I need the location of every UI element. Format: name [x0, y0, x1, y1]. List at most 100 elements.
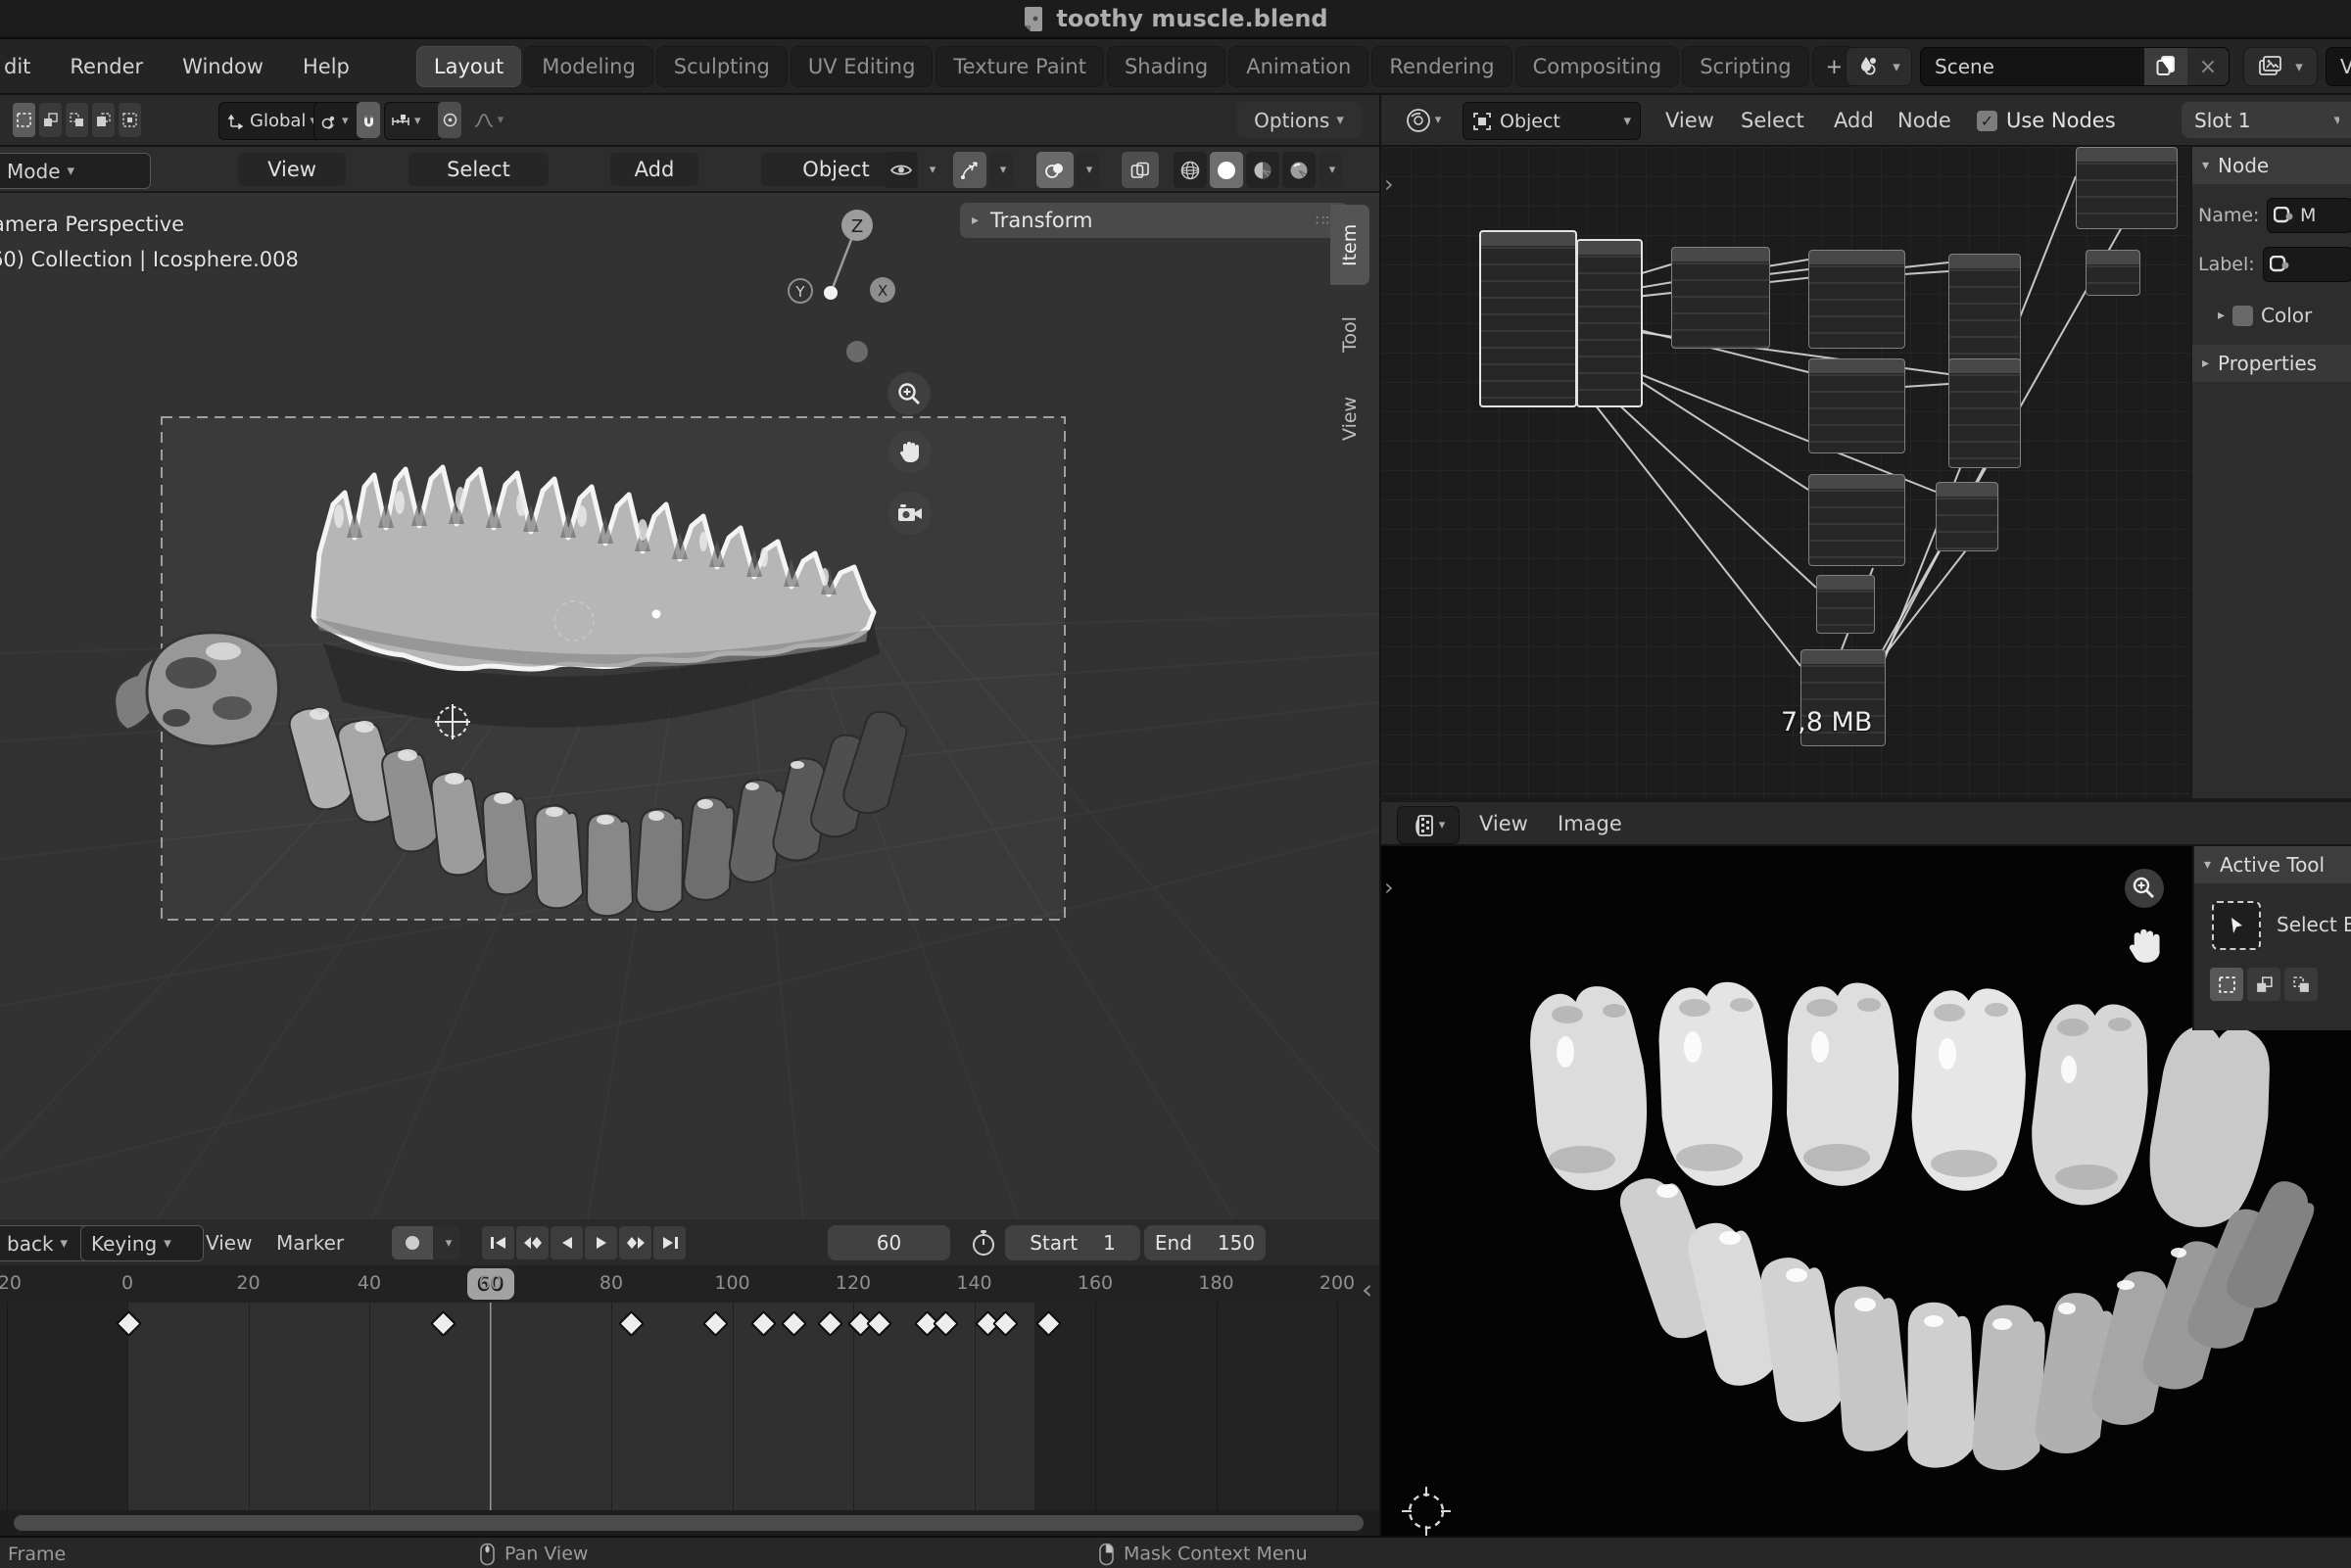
shader-node[interactable]	[1808, 358, 1905, 453]
name-field[interactable]: M	[2267, 198, 2351, 233]
shader-node[interactable]	[2086, 250, 2140, 296]
timeline-scrollbar[interactable]	[0, 1510, 1379, 1536]
workspace-tab-compositing[interactable]: Compositing	[1515, 46, 1680, 87]
next-keyframe-button[interactable]	[619, 1226, 651, 1259]
viewlayer-browse-button[interactable]: ▾	[2243, 47, 2318, 86]
workspace-tab-shading[interactable]: Shading	[1107, 46, 1225, 87]
keyframe-diamond[interactable]	[1035, 1310, 1062, 1337]
shader-menu-node[interactable]: Node	[1897, 109, 1951, 132]
auto-key-dropdown[interactable]: ▾	[434, 1226, 459, 1259]
shader-node-canvas[interactable]: 7,8 MB › ▾ Node Name: M Label: ▸	[1379, 147, 2351, 798]
shader-type-dropdown[interactable]: Object ▾	[1463, 102, 1641, 140]
shader-node[interactable]	[1479, 230, 1577, 407]
keying-dropdown[interactable]: Keying▾	[80, 1225, 204, 1261]
timeline-menu-view[interactable]: View	[206, 1231, 252, 1255]
use-nodes-toggle[interactable]: ✓ Use Nodes	[1977, 109, 2116, 132]
overlays-toggle[interactable]	[1036, 152, 1074, 188]
shading-material-button[interactable]	[1246, 152, 1279, 188]
shader-node[interactable]	[1671, 247, 1770, 349]
select-subtract-button[interactable]	[2284, 968, 2318, 1001]
select-mode-extend-button[interactable]	[39, 103, 62, 137]
slot-extra-button[interactable]	[2339, 102, 2351, 138]
expand-region-chevron[interactable]: ›	[1384, 874, 1394, 901]
shader-node[interactable]	[1948, 358, 2021, 468]
workspace-tab-rendering[interactable]: Rendering	[1371, 46, 1511, 87]
properties-panel-header[interactable]: ▸ Properties	[2192, 345, 2351, 382]
shader-menu-select[interactable]: Select	[1741, 109, 1804, 132]
expand-region-chevron[interactable]: ›	[1384, 170, 1394, 198]
workspace-tab-scripting[interactable]: Scripting	[1682, 46, 1808, 87]
shader-node[interactable]	[1576, 239, 1643, 407]
mode-dropdown[interactable]: Mode ▾	[0, 153, 151, 189]
scene-name-field[interactable]: Scene ×	[1920, 47, 2230, 86]
select-box-tool-button[interactable]	[2212, 901, 2261, 950]
menu-window[interactable]: Window	[163, 55, 283, 78]
scrollbar-thumb[interactable]	[14, 1515, 1364, 1531]
timeline-menu-marker[interactable]: Marker	[276, 1231, 344, 1255]
image-menu-view[interactable]: View	[1479, 812, 1528, 835]
gizmo-z-label[interactable]: Z	[851, 216, 863, 237]
sidebar-tab-item[interactable]: Item	[1330, 205, 1369, 285]
viewport-menu-view[interactable]: View	[238, 153, 346, 186]
current-frame-field[interactable]: 60	[828, 1225, 950, 1260]
shader-menu-add[interactable]: Add	[1834, 109, 1874, 132]
timeline-ruler[interactable]: 60 -20020406080100120140160180200	[0, 1265, 1379, 1304]
shader-node[interactable]	[1936, 482, 1998, 551]
workspace-tab-texture-paint[interactable]: Texture Paint	[936, 46, 1104, 87]
sidebar-tab-tool[interactable]: Tool	[1330, 303, 1369, 367]
auto-key-button[interactable]	[392, 1226, 433, 1259]
image-pan-button[interactable]	[2126, 925, 2165, 966]
editor-type-dropdown[interactable]: ▾	[1397, 806, 1460, 844]
color-checkbox[interactable]: ✓	[2232, 306, 2253, 326]
shader-node[interactable]	[1808, 474, 1905, 566]
keyframe-area[interactable]	[0, 1303, 1379, 1510]
snap-toggle-button[interactable]	[357, 102, 380, 138]
scene-browse-button[interactable]: ▾	[1846, 47, 1912, 86]
shader-menu-view[interactable]: View	[1665, 109, 1714, 132]
gizmos-dropdown[interactable]: ▾	[989, 152, 1013, 188]
pan-button[interactable]	[888, 430, 932, 473]
unlink-scene-button[interactable]: ×	[2187, 48, 2229, 85]
proportional-edit-button[interactable]	[438, 102, 461, 138]
select-extend-button[interactable]	[2247, 968, 2280, 1001]
use-preview-range-button[interactable]	[970, 1229, 997, 1257]
viewport-canvas[interactable]: Z Y X amera Perspective 60) Collection |…	[0, 193, 1379, 1219]
collapse-region-chevron[interactable]: ‹	[1362, 1273, 1372, 1306]
shader-node[interactable]	[1948, 254, 2021, 371]
workspace-tab-modeling[interactable]: Modeling	[524, 46, 653, 87]
shading-dropdown[interactable]: ▾	[1319, 152, 1342, 188]
options-dropdown[interactable]: Options ▾	[1236, 102, 1362, 138]
viewport-menu-add[interactable]: Add	[610, 153, 698, 186]
transform-orientation-dropdown[interactable]: Global ▾	[218, 102, 328, 140]
frame-start-field[interactable]: Start 1	[1005, 1225, 1140, 1260]
workspace-tab-uv-editing[interactable]: UV Editing	[791, 46, 934, 87]
workspace-tab-sculpting[interactable]: Sculpting	[656, 46, 788, 87]
upper-teeth[interactable]	[313, 467, 874, 669]
select-mode-subtract-button[interactable]	[66, 103, 88, 137]
shading-rendered-button[interactable]	[1282, 152, 1316, 188]
workspace-tab-layout[interactable]: Layout	[416, 46, 521, 87]
workspace-tab-animation[interactable]: Animation	[1228, 46, 1368, 87]
gizmos-toggle[interactable]	[953, 152, 986, 188]
gizmo-x-label[interactable]: X	[878, 282, 888, 300]
xray-toggle[interactable]	[1122, 152, 1159, 188]
node-panel-header[interactable]: ▾ Node	[2192, 147, 2351, 184]
image-menu-image[interactable]: Image	[1558, 812, 1622, 835]
active-tool-header[interactable]: ▾ Active Tool	[2194, 846, 2351, 883]
snap-target-dropdown[interactable]: ▾	[384, 102, 443, 140]
label-field[interactable]	[2263, 247, 2351, 282]
shader-node[interactable]	[1808, 250, 1905, 349]
transform-panel-header[interactable]: ▸ Transform ∷∷	[960, 203, 1348, 238]
frame-end-field[interactable]: End 150	[1144, 1225, 1266, 1260]
menu-edit[interactable]: dit	[0, 55, 50, 78]
select-mode-tweak-button[interactable]	[13, 103, 35, 137]
image-zoom-button[interactable]	[2124, 868, 2165, 909]
play-button[interactable]	[585, 1226, 617, 1259]
falloff-dropdown[interactable]: ▾	[466, 102, 511, 138]
menu-render[interactable]: Render	[50, 55, 163, 78]
menu-help[interactable]: Help	[283, 55, 369, 78]
visibility-dropdown[interactable]: ▾	[920, 152, 941, 188]
select-new-button[interactable]	[2210, 968, 2243, 1001]
jump-to-end-button[interactable]	[653, 1226, 686, 1259]
viewlayer-name-field[interactable]: View	[2326, 47, 2351, 86]
